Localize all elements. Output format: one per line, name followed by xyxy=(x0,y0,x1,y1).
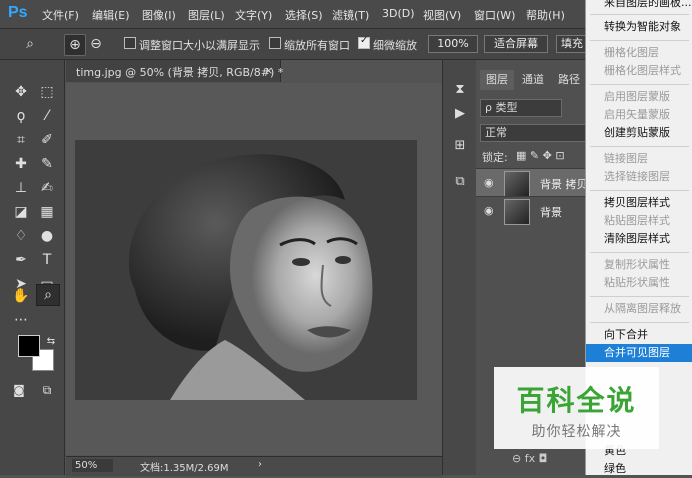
fit-screen-button[interactable]: 适合屏幕 xyxy=(484,35,548,53)
menu-item-clear-layer-style[interactable]: 清除图层样式 xyxy=(586,230,692,248)
type-tool-icon[interactable]: T xyxy=(36,250,58,270)
screen-mode-icon[interactable]: ⧉ xyxy=(36,380,58,400)
eraser-tool-icon[interactable]: ◪ xyxy=(10,202,32,222)
zoom-tool-icon[interactable]: ⌕ xyxy=(20,34,40,54)
zoom-all-checkbox[interactable] xyxy=(269,37,281,49)
blur-tool-icon[interactable]: ♢ xyxy=(10,226,32,246)
menu-item-copy-layer-style[interactable]: 拷贝图层样式 xyxy=(586,194,692,212)
quick-mask-icon[interactable]: ◙ xyxy=(8,380,30,400)
lock-label: 锁定: xyxy=(482,151,508,164)
scrubby-zoom-label: 细微缩放 xyxy=(373,39,417,52)
menu-filter[interactable]: 滤镜(T) xyxy=(332,7,369,23)
collapsed-panels-strip: ⧗ ▶ ⊞ ⧉ xyxy=(442,60,477,475)
menu-item-rasterize-style: 栅格化图层样式 xyxy=(604,64,681,77)
tab-layers[interactable]: 图层 xyxy=(480,70,514,90)
actions-panel-icon[interactable]: ▶ xyxy=(450,104,470,124)
pen-tool-icon[interactable]: ✒ xyxy=(10,250,32,270)
resize-windows-label: 调整窗口大小以满屏显示 xyxy=(139,39,260,52)
layer-name: 背景 拷贝 xyxy=(540,178,588,191)
document-tab[interactable]: timg.jpg @ 50% (背景 拷贝, RGB/8#) * × xyxy=(66,60,284,82)
menu-window[interactable]: 窗口(W) xyxy=(474,7,515,23)
gradient-tool-icon[interactable]: ▦ xyxy=(36,202,58,222)
watermark-overlay: 百科全说 助你轻松解决 xyxy=(494,367,659,449)
brush-tool-icon[interactable]: ✎ xyxy=(36,154,58,174)
zoom-100-button[interactable]: 100% xyxy=(428,35,478,53)
menu-item-paste-shape-attrs: 粘贴形状属性 xyxy=(604,276,670,289)
properties-panel-icon[interactable]: ⊞ xyxy=(450,136,470,156)
visibility-eye-icon[interactable]: ◉ xyxy=(484,204,494,217)
move-tool-icon[interactable]: ✥ xyxy=(10,82,32,102)
healing-brush-icon[interactable]: ✚ xyxy=(10,154,32,174)
menu-help[interactable]: 帮助(H) xyxy=(526,7,565,23)
menu-edit[interactable]: 编辑(E) xyxy=(92,7,130,23)
hand-tool-icon[interactable]: ✋ xyxy=(10,286,32,306)
magic-wand-icon[interactable]: ⁄ xyxy=(36,106,58,126)
blend-mode-select[interactable]: 正常 xyxy=(480,124,586,142)
more-tools-icon[interactable]: ⋯ xyxy=(10,310,32,330)
layer-name: 背景 xyxy=(540,206,562,219)
marquee-tool-icon[interactable]: ⬚ xyxy=(36,82,58,102)
menu-item-release-isolation: 从隔离图层释放 xyxy=(604,302,681,315)
scrubby-zoom-checkbox[interactable] xyxy=(358,35,370,49)
menu-item-convert-smart-object[interactable]: 转换为智能对象 xyxy=(586,18,692,36)
watermark-subtitle: 助你轻松解决 xyxy=(531,424,622,440)
crop-tool-icon[interactable]: ⌗ xyxy=(10,130,32,150)
menu-item-merge-visible[interactable]: 合并可见图层 xyxy=(586,344,692,362)
document-info: 文档:1.35M/2.69M xyxy=(140,463,229,474)
menu-item-copy-shape-attrs: 复制形状属性 xyxy=(604,258,670,271)
menu-file[interactable]: 文件(F) xyxy=(42,7,79,23)
menu-item-artboard-from-layers[interactable]: 来自图层的画板... xyxy=(586,0,692,12)
menu-3d[interactable]: 3D(D) xyxy=(382,7,415,20)
menu-image[interactable]: 图像(I) xyxy=(142,7,176,23)
visibility-eye-icon[interactable]: ◉ xyxy=(484,176,494,189)
menu-item-paste-layer-style: 粘贴图层样式 xyxy=(604,214,670,227)
lock-icons[interactable]: ▦ ✎ ✥ ⊡ xyxy=(516,149,565,162)
layer-row-background[interactable]: ◉ 背景 xyxy=(476,196,586,225)
close-tab-icon[interactable]: × xyxy=(264,64,273,77)
zoom-tool-active-icon[interactable]: ⌕ xyxy=(36,284,60,306)
resize-windows-checkbox[interactable] xyxy=(124,37,136,49)
stamp-tool-icon[interactable]: ⊥ xyxy=(10,178,32,198)
fill-screen-button[interactable]: 填充 xyxy=(556,35,587,53)
tools-panel: ✥ ⬚ ϙ ⁄ ⌗ ✐ ✚ ✎ ⊥ ✍ ◪ ▦ ♢ ● ✒ T ➤ ▭ ✋ ⌕ … xyxy=(0,60,65,475)
menu-item-enable-layer-mask: 启用图层蒙版 xyxy=(604,90,670,103)
foreground-color-swatch[interactable] xyxy=(18,335,40,357)
menu-item-rasterize-layer: 栅格化图层 xyxy=(604,46,659,59)
menu-item-select-linked: 选择链接图层 xyxy=(604,170,670,183)
menu-item-enable-vector-mask: 启用矢量蒙版 xyxy=(604,108,670,121)
zoom-out-icon[interactable]: ⊖ xyxy=(86,34,106,54)
document-tab-title: timg.jpg @ 50% (背景 拷贝, RGB/8#) * xyxy=(76,66,284,79)
status-bar: 50% 文档:1.35M/2.69M › xyxy=(66,456,442,476)
tab-channels[interactable]: 通道 xyxy=(516,70,550,90)
history-brush-icon[interactable]: ✍ xyxy=(36,178,58,198)
zoom-level-field[interactable]: 50% xyxy=(72,459,113,472)
menu-view[interactable]: 视图(V) xyxy=(423,7,461,23)
history-panel-icon[interactable]: ⧗ xyxy=(450,80,470,100)
menu-item-green[interactable]: 绿色 xyxy=(586,460,692,478)
layer-row-background-copy[interactable]: ◉ 背景 拷贝 xyxy=(476,168,588,197)
adjustments-panel-icon[interactable]: ⧉ xyxy=(450,172,470,192)
zoom-in-icon[interactable]: ⊕ xyxy=(64,34,86,56)
status-arrow-icon[interactable]: › xyxy=(258,459,262,470)
document-image[interactable] xyxy=(75,140,417,400)
layer-thumbnail xyxy=(504,199,530,225)
watermark-title: 百科全说 xyxy=(516,384,637,417)
menu-item-link-layers: 链接图层 xyxy=(604,152,648,165)
menu-type[interactable]: 文字(Y) xyxy=(235,7,272,23)
menu-item-create-clipping-mask[interactable]: 创建剪贴蒙版 xyxy=(586,124,692,142)
menu-select[interactable]: 选择(S) xyxy=(285,7,323,23)
tab-paths[interactable]: 路径 xyxy=(552,70,586,90)
dodge-tool-icon[interactable]: ● xyxy=(36,226,58,246)
zoom-all-label: 缩放所有窗口 xyxy=(284,39,350,52)
layer-thumbnail xyxy=(504,171,530,197)
menu-layer[interactable]: 图层(L) xyxy=(188,7,225,23)
menu-item-merge-down[interactable]: 向下合并 xyxy=(586,326,692,344)
eyedropper-icon[interactable]: ✐ xyxy=(36,130,58,150)
lasso-tool-icon[interactable]: ϙ xyxy=(10,106,32,126)
layer-filter-select[interactable]: ρ 类型 xyxy=(480,99,562,117)
photoshop-logo: Ps xyxy=(8,4,28,21)
